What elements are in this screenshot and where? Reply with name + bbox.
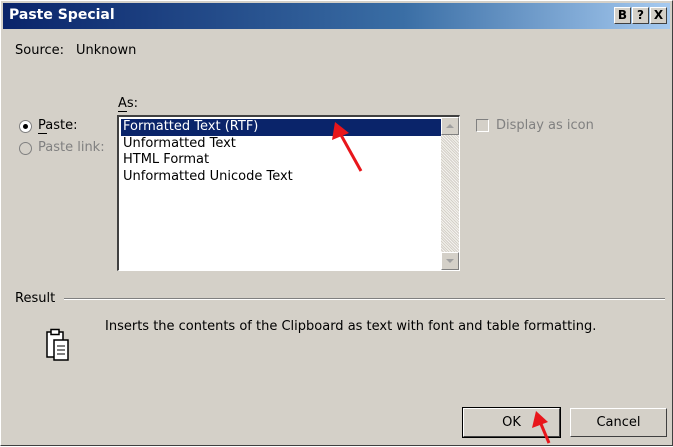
scroll-up-arrow-icon [446, 124, 454, 128]
paste-mnemonic-underline [38, 133, 47, 134]
cancel-button[interactable]: Cancel [570, 408, 667, 437]
paste-special-dialog: Paste Special B ? X Source: Unknown As: … [0, 0, 673, 446]
clipboard-icon [46, 328, 69, 361]
as-listbox[interactable]: Formatted Text (RTF) Unformatted Text HT… [117, 115, 460, 271]
paste-radio[interactable] [19, 120, 32, 133]
as-mnemonic-underline [118, 111, 127, 112]
list-item-html-format[interactable]: HTML Format [121, 152, 441, 169]
scroll-down-arrow-icon [446, 259, 454, 263]
scroll-down-button[interactable] [441, 252, 459, 270]
result-description: Inserts the contents of the Clipboard as… [105, 319, 597, 334]
radio-selected-dot [23, 124, 28, 129]
paste-link-radio[interactable] [19, 142, 32, 155]
as-list-items: Formatted Text (RTF) Unformatted Text HT… [121, 119, 441, 185]
paste-radio-label[interactable]: Paste: [38, 118, 77, 133]
help-button[interactable]: ? [632, 7, 649, 24]
source-value: Unknown [76, 43, 137, 58]
display-as-icon-label[interactable]: Display as icon [496, 118, 594, 133]
list-item-unformatted-unicode-text[interactable]: Unformatted Unicode Text [121, 169, 441, 186]
display-as-icon-checkbox[interactable] [476, 119, 489, 132]
scroll-up-button[interactable] [441, 117, 459, 135]
result-separator [64, 298, 665, 300]
result-label: Result [15, 291, 56, 306]
paste-link-radio-label[interactable]: Paste link: [38, 140, 105, 155]
listbox-scrollbar[interactable] [441, 117, 459, 270]
window-title: Paste Special [9, 7, 115, 23]
ok-button[interactable]: OK [462, 407, 561, 438]
source-label: Source: [15, 43, 65, 58]
close-button[interactable]: X [650, 7, 667, 24]
list-item-formatted-text-rtf[interactable]: Formatted Text (RTF) [121, 119, 441, 136]
as-label: As: [118, 96, 139, 111]
move-button[interactable]: B [614, 7, 631, 24]
title-bar[interactable]: Paste Special B ? X [3, 3, 670, 29]
list-item-unformatted-text[interactable]: Unformatted Text [121, 136, 441, 153]
